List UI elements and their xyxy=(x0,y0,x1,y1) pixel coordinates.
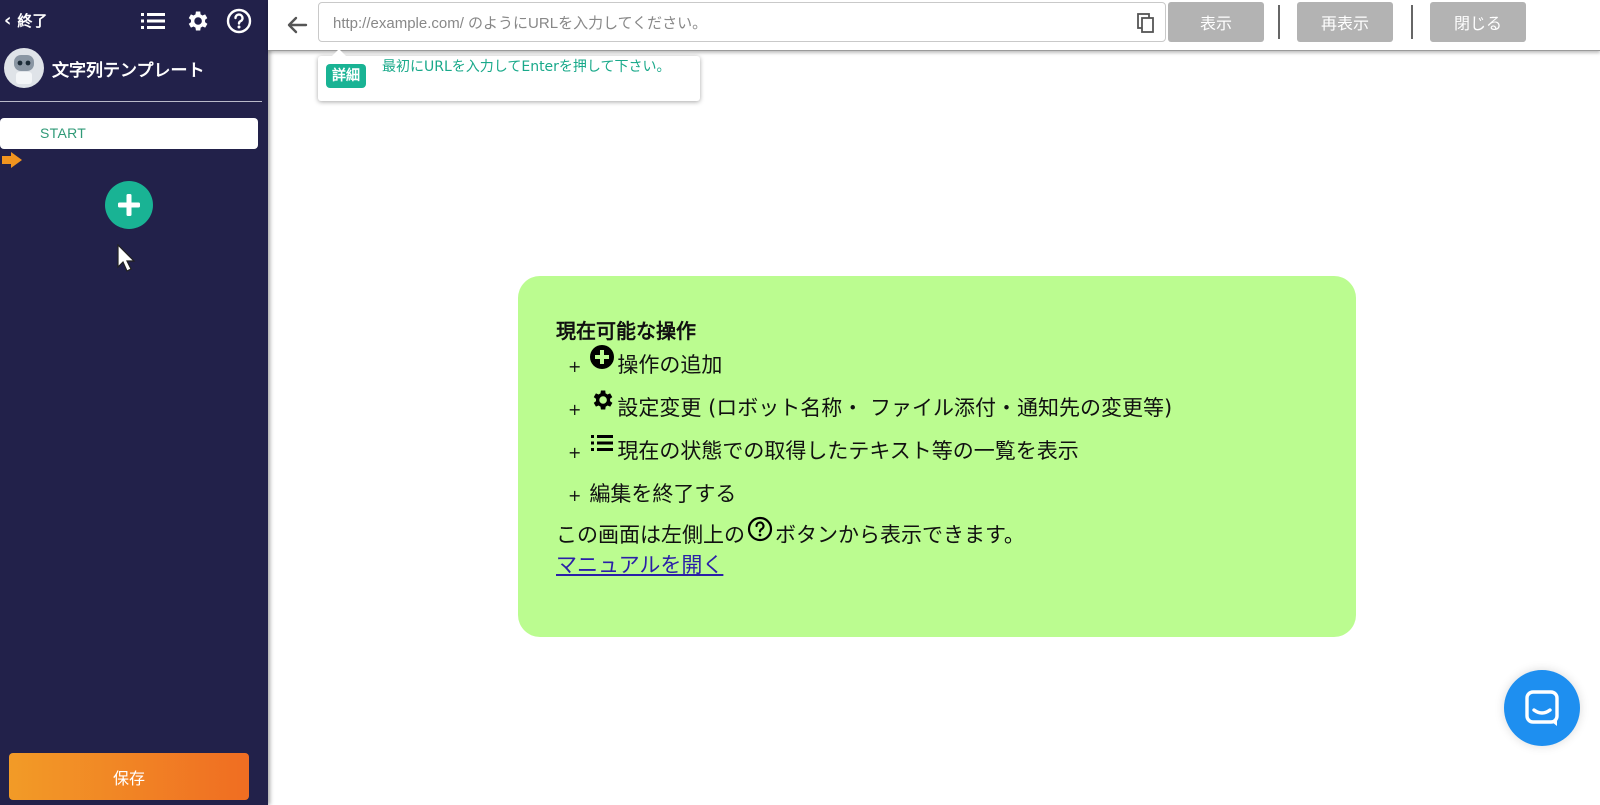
close-button[interactable]: 閉じる xyxy=(1430,2,1526,42)
robot-avatar xyxy=(4,48,44,88)
gear-icon[interactable] xyxy=(182,6,212,36)
start-step[interactable]: START xyxy=(0,118,258,149)
chat-icon xyxy=(1525,690,1559,726)
help-item-prefix: + xyxy=(568,357,582,376)
url-field[interactable] xyxy=(318,2,1166,43)
chat-button[interactable] xyxy=(1504,670,1580,746)
detail-badge: 詳細 xyxy=(326,64,366,88)
help-panel: 現在可能な操作 + 操作の追加 + 設定変更 (ロボット名称・ ファイル添付・通… xyxy=(518,276,1356,637)
mouse-cursor-icon xyxy=(117,244,136,272)
url-hint-tooltip: 詳細 最初にURLを入力してEnterを押して下さい。 xyxy=(318,49,700,101)
help-item: + 編集を終了する xyxy=(556,477,1356,507)
sidebar-toolbar: ‹ 終了 xyxy=(0,0,268,42)
help-note-after: ボタンから表示できます。 xyxy=(775,523,1025,547)
help-note: この画面は左側上の ボタンから表示できます。 xyxy=(556,516,1356,550)
sidebar: ‹ 終了 文字列テンプレート START 保存 xyxy=(0,0,268,805)
exit-button[interactable]: ‹ 終了 xyxy=(4,10,47,31)
help-item-text: 操作の追加 xyxy=(617,353,723,377)
help-note-before: この画面は左側上の xyxy=(556,523,745,547)
help-item-prefix: + xyxy=(568,400,582,419)
help-icon[interactable] xyxy=(224,6,254,36)
save-button[interactable]: 保存 xyxy=(9,753,249,800)
copy-icon[interactable] xyxy=(1135,12,1157,34)
reload-button[interactable]: 再表示 xyxy=(1297,2,1393,42)
gear-icon xyxy=(594,390,613,410)
add-step-button[interactable] xyxy=(105,181,153,229)
arrow-right-icon xyxy=(2,152,22,168)
chevron-left-icon: ‹ xyxy=(4,9,12,31)
plus-circle-icon xyxy=(590,345,615,369)
toolbar-separator xyxy=(1411,5,1413,39)
help-item: + 設定変更 (ロボット名称・ ファイル添付・通知先の変更等) xyxy=(556,390,1356,421)
tooltip-arrow xyxy=(332,49,346,56)
url-input[interactable] xyxy=(331,3,1125,43)
show-button[interactable]: 表示 xyxy=(1168,2,1264,42)
help-item-text: 現在の状態での取得したテキスト等の一覧を表示 xyxy=(617,439,1079,463)
help-item: + 現在の状態での取得したテキスト等の一覧を表示 xyxy=(556,434,1356,464)
tooltip-text: 最初にURLを入力してEnterを押して下さい。 xyxy=(382,59,671,75)
help-item: + 操作の追加 xyxy=(556,345,1356,378)
list-icon[interactable] xyxy=(138,6,168,36)
help-item-text: 編集を終了する xyxy=(589,482,737,506)
sidebar-divider xyxy=(0,101,262,102)
manual-link[interactable]: マニュアルを開く xyxy=(556,550,723,580)
help-item-prefix: + xyxy=(568,443,582,462)
robot-name: 文字列テンプレート xyxy=(52,60,205,81)
exit-label: 終了 xyxy=(17,12,48,30)
help-item-text: 設定変更 (ロボット名称・ ファイル添付・通知先の変更等) xyxy=(617,396,1173,420)
toolbar-separator xyxy=(1278,5,1280,39)
robot-header: 文字列テンプレート xyxy=(4,48,205,88)
list-icon xyxy=(591,435,614,451)
help-icon xyxy=(747,516,773,542)
arrow-left-icon[interactable] xyxy=(284,12,310,38)
browser-toolbar: 表示 再表示 閉じる xyxy=(268,0,1600,51)
help-title: 現在可能な操作 xyxy=(556,319,696,343)
help-item-prefix: + xyxy=(568,486,582,505)
plus-icon xyxy=(118,194,140,216)
